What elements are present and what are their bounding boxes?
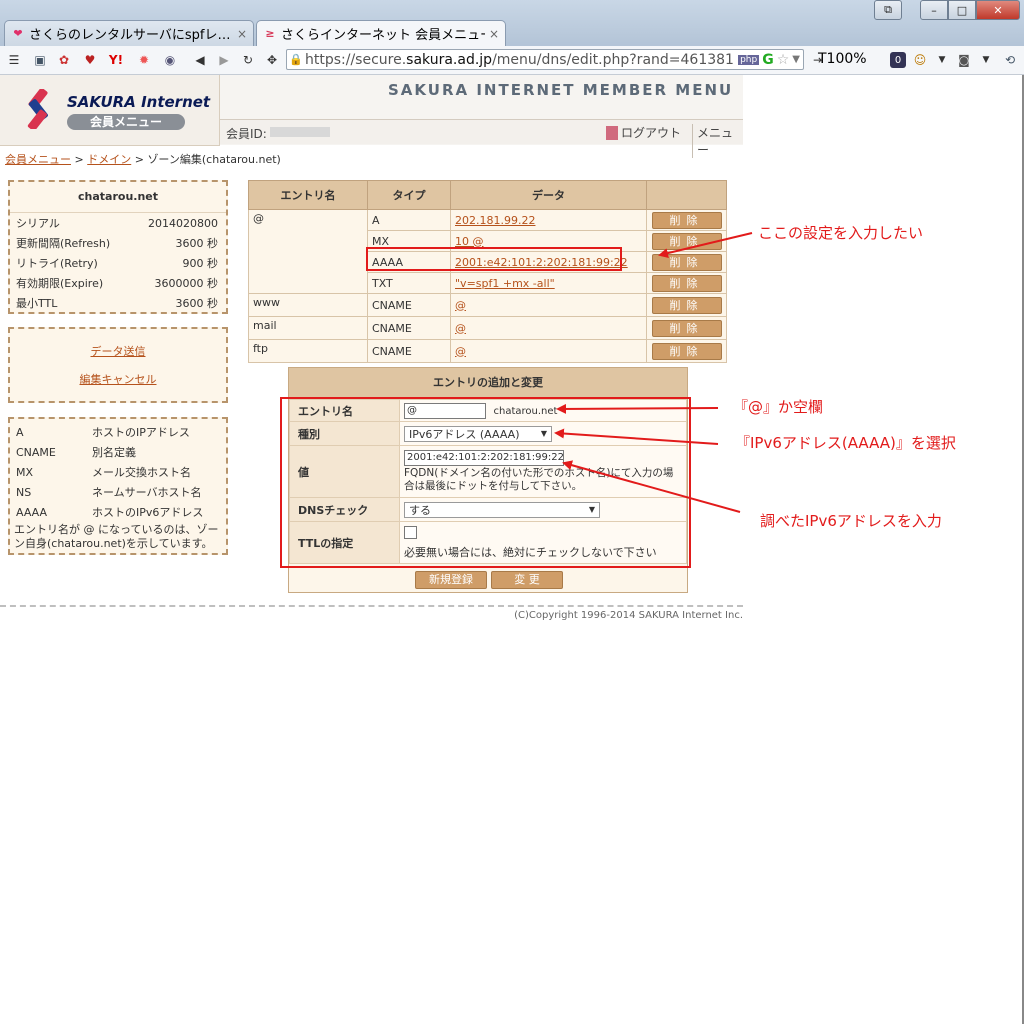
arrow-line [658,232,753,259]
arrow-line [562,460,741,513]
annotation-arrows [554,232,753,513]
arrow-line [554,428,719,445]
arrow-line [556,403,719,414]
